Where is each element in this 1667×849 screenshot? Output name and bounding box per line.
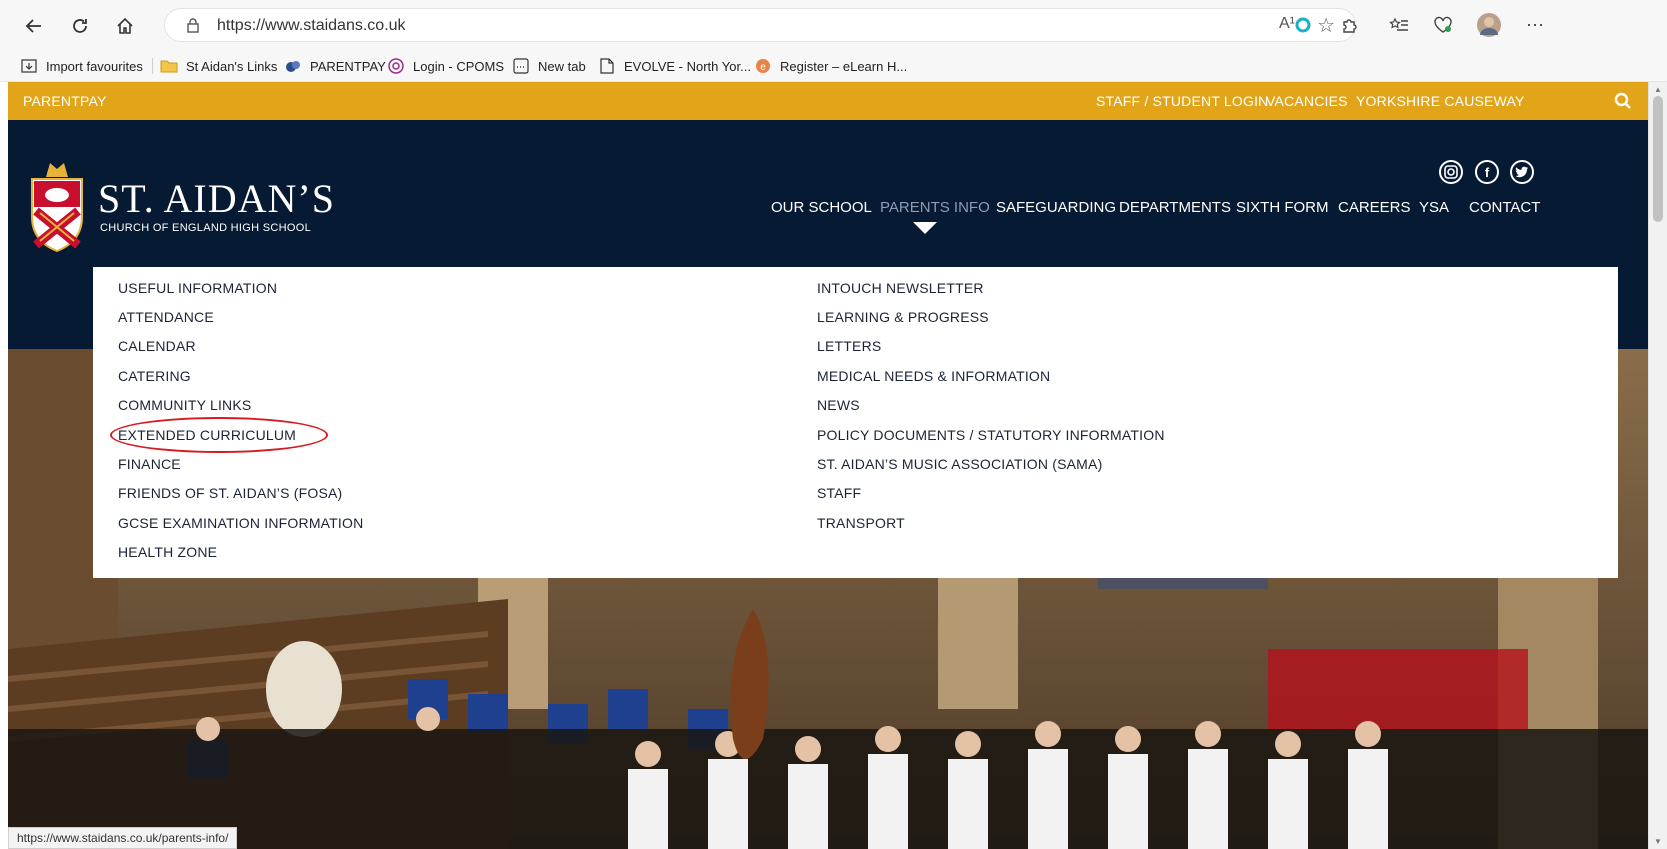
scroll-down-arrow-icon[interactable]: ▼ xyxy=(1654,837,1662,846)
cpoms-icon xyxy=(387,58,405,74)
school-subtitle: CHURCH OF ENGLAND HIGH SCHOOL xyxy=(100,222,311,234)
favourites-list-icon[interactable] xyxy=(1386,12,1412,38)
url-text[interactable]: https://www.staidans.co.uk xyxy=(217,17,406,35)
folder-icon xyxy=(160,58,178,74)
extensions-puzzle-icon[interactable] xyxy=(1336,12,1362,38)
school-name[interactable]: ST. AIDAN’S xyxy=(98,175,335,222)
nav-ysa[interactable]: YSA xyxy=(1419,199,1449,216)
menu-item-transport[interactable]: TRANSPORT xyxy=(817,515,905,531)
page-icon xyxy=(598,58,616,74)
scrollbar-thumb[interactable] xyxy=(1653,96,1663,222)
menu-item-useful-information[interactable]: USEFUL INFORMATION xyxy=(118,280,277,296)
staff-student-login-link[interactable]: STAFF / STUDENT LOGIN xyxy=(1096,93,1268,109)
bookmark-label: PARENTPAY xyxy=(310,58,386,74)
nav-sixth-form[interactable]: SIXTH FORM xyxy=(1236,199,1329,216)
vacancies-link[interactable]: VACANCIES xyxy=(1266,93,1348,109)
search-icon[interactable] xyxy=(1614,92,1632,110)
svg-text:e: e xyxy=(760,62,766,73)
parentpay-link[interactable]: PARENTPAY xyxy=(23,93,106,109)
facebook-icon[interactable]: f xyxy=(1475,160,1499,184)
address-bar[interactable]: https://www.staidans.co.uk A¹ ☆ xyxy=(164,8,1356,42)
page-scrollbar[interactable]: ▲ ▼ xyxy=(1648,82,1667,849)
bookmark-label: EVOLVE - North Yor... xyxy=(624,58,751,74)
site-header: ST. AIDAN’S CHURCH OF ENGLAND HIGH SCHOO… xyxy=(8,120,1648,285)
menu-item-catering[interactable]: CATERING xyxy=(118,368,191,384)
nav-safeguarding[interactable]: SAFEGUARDING xyxy=(996,199,1116,216)
school-crest-logo[interactable] xyxy=(28,155,86,253)
menu-item-community-links[interactable]: COMMUNITY LINKS xyxy=(118,397,251,413)
browser-essentials-heart-icon[interactable] xyxy=(1430,12,1456,38)
bookmark-label: Register – eLearn H... xyxy=(780,58,908,74)
scroll-up-arrow-icon[interactable]: ▲ xyxy=(1654,85,1662,94)
bookmarks-bar: Import favourites St Aidan's Links PAREN… xyxy=(0,50,1667,82)
menu-item-news[interactable]: NEWS xyxy=(817,397,860,413)
parents-info-dropdown: USEFUL INFORMATION ATTENDANCE CALENDAR C… xyxy=(93,267,1618,578)
nav-contact[interactable]: CONTACT xyxy=(1469,199,1540,216)
lock-icon[interactable] xyxy=(185,17,201,33)
twitter-icon[interactable] xyxy=(1510,160,1534,184)
menu-item-fosa[interactable]: FRIENDS OF ST. AIDAN’S (FOSA) xyxy=(118,485,342,501)
browser-toolbar: https://www.staidans.co.uk A¹ ☆ ⋯ xyxy=(0,0,1667,50)
bookmark-label: New tab xyxy=(538,58,586,74)
bookmark-separator xyxy=(152,58,153,74)
bookmark-evolve[interactable]: EVOLVE - North Yor... xyxy=(598,56,751,76)
menu-item-attendance[interactable]: ATTENDANCE xyxy=(118,309,214,325)
menu-item-staff[interactable]: STAFF xyxy=(817,485,861,501)
menu-item-extended-curriculum[interactable]: EXTENDED CURRICULUM xyxy=(118,427,296,443)
home-icon[interactable] xyxy=(111,12,139,40)
menu-item-calendar[interactable]: CALENDAR xyxy=(118,338,196,354)
bookmark-register-elearn[interactable]: e Register – eLearn H... xyxy=(754,56,907,76)
parentpay-icon xyxy=(284,58,302,74)
web-page: PARENTPAY STAFF / STUDENT LOGIN VACANCIE… xyxy=(8,82,1648,849)
top-utility-bar: PARENTPAY STAFF / STUDENT LOGIN VACANCIE… xyxy=(8,82,1648,120)
bookmark-new-tab[interactable]: New tab xyxy=(512,56,586,76)
refresh-icon[interactable] xyxy=(66,12,94,40)
bookmark-label: Login - CPOMS xyxy=(413,58,505,74)
nav-careers[interactable]: CAREERS xyxy=(1338,199,1411,216)
menu-item-intouch-newsletter[interactable]: INTOUCH NEWSLETTER xyxy=(817,280,984,296)
bookmark-label: Import favourites xyxy=(46,58,143,74)
bookmark-parentpay[interactable]: PARENTPAY xyxy=(284,56,386,76)
menu-item-policy-documents[interactable]: POLICY DOCUMENTS / STATUTORY INFORMATION xyxy=(817,427,1165,443)
import-icon xyxy=(20,58,38,74)
menu-item-letters[interactable]: LETTERS xyxy=(817,338,881,354)
bookmark-login-cpoms[interactable]: Login - CPOMS xyxy=(387,56,504,76)
menu-item-learning-progress[interactable]: LEARNING & PROGRESS xyxy=(817,309,989,325)
nav-our-school[interactable]: OUR SCHOOL xyxy=(771,199,872,216)
new-tab-icon xyxy=(512,58,530,74)
favourite-star-icon[interactable]: ☆ xyxy=(1317,13,1335,38)
menu-item-health-zone[interactable]: HEALTH ZONE xyxy=(118,544,217,560)
bookmark-label: St Aidan's Links xyxy=(186,58,278,74)
menu-item-finance[interactable]: FINANCE xyxy=(118,456,181,472)
extended-curriculum-wrapper: EXTENDED CURRICULUM xyxy=(110,417,328,453)
elearn-icon: e xyxy=(754,58,772,74)
nav-parents-info[interactable]: PARENTS INFO xyxy=(880,199,990,216)
yorkshire-causeway-link[interactable]: YORKSHIRE CAUSEWAY xyxy=(1356,93,1525,109)
bookmark-import-favourites[interactable]: Import favourites xyxy=(20,56,143,76)
active-menu-caret xyxy=(913,222,937,234)
extension-ring-icon[interactable] xyxy=(1290,12,1316,38)
back-arrow-icon[interactable] xyxy=(20,12,48,40)
more-menu-icon[interactable]: ⋯ xyxy=(1522,12,1548,38)
menu-item-sama[interactable]: ST. AIDAN’S MUSIC ASSOCIATION (SAMA) xyxy=(817,456,1102,472)
nav-departments[interactable]: DEPARTMENTS xyxy=(1119,199,1231,216)
status-bar-url: https://www.staidans.co.uk/parents-info/ xyxy=(8,827,238,849)
bookmark-st-aidans-links[interactable]: St Aidan's Links xyxy=(160,56,277,76)
menu-item-medical-needs[interactable]: MEDICAL NEEDS & INFORMATION xyxy=(817,368,1050,384)
menu-item-gcse-examination-information[interactable]: GCSE EXAMINATION INFORMATION xyxy=(118,515,363,531)
profile-avatar[interactable] xyxy=(1476,12,1502,38)
instagram-icon[interactable] xyxy=(1439,160,1463,184)
